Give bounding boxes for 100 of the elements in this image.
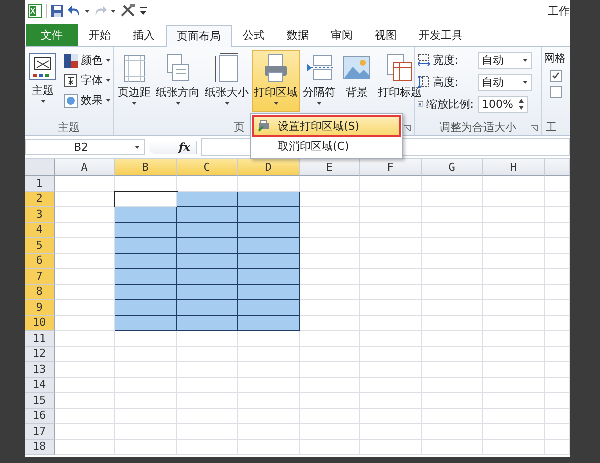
sheet-cell[interactable] [115,207,177,222]
themes-icon [29,53,57,81]
sheet-cell[interactable] [238,192,300,207]
sheet-cell[interactable] [177,300,238,316]
row-header[interactable]: 16 [25,408,55,424]
sheet-cell[interactable] [115,222,177,238]
sheet-cell[interactable] [177,238,238,254]
ribbon-tab[interactable]: 开始 [78,24,122,46]
sheet-cell[interactable] [177,269,238,284]
sheet-cell[interactable] [238,269,300,284]
menu-item[interactable]: 取消印区域(C) [253,136,400,156]
dropdown-field[interactable]: 自动 [478,74,532,90]
page-setup-button[interactable]: 背景 [339,50,375,112]
dropdown-field[interactable]: 自动 [478,52,532,68]
sheet-cell[interactable] [177,222,238,238]
row-header[interactable]: 9 [25,300,55,316]
column-header[interactable]: A [55,159,115,176]
group-label: 调整为合适大小 [440,120,516,134]
save-icon[interactable] [51,4,64,18]
ribbon-tab[interactable]: 数据 [276,24,320,46]
sheet-cell[interactable] [238,316,300,331]
sheet-cell[interactable] [177,207,238,222]
window-title: 工作 [548,4,570,18]
ribbon-tab[interactable]: 公式 [232,24,276,46]
excel-logo-icon[interactable] [28,4,42,18]
row-header[interactable]: 5 [25,238,55,254]
themes-button[interactable]: 主题 [27,50,59,112]
caret-icon [40,100,46,103]
print-area-icon [258,120,270,132]
redo-icon[interactable] [94,5,107,17]
page-setup-button[interactable]: 页边距 [116,50,153,112]
sheet-cell[interactable] [115,316,177,331]
sheet-cell[interactable] [238,222,300,238]
row-header[interactable]: 8 [25,284,55,300]
page-setup-button[interactable]: 打印区域 [252,50,300,112]
undo-icon[interactable] [68,5,81,17]
insert-function-button[interactable]: fx [149,140,198,154]
row-header[interactable]: 12 [25,346,55,362]
select-all-button[interactable] [25,159,55,176]
column-header[interactable]: G [422,159,483,176]
active-cell[interactable] [115,192,177,207]
dialog-launcher-icon[interactable] [531,125,538,132]
ribbon-tab[interactable]: 插入 [122,24,166,46]
scale-spinner[interactable]: 100% [478,96,528,112]
page-setup-button[interactable]: 纸张大小 [203,50,251,112]
row-header[interactable]: 18 [25,440,55,455]
sheet-cell[interactable] [238,300,300,316]
sheet-cell[interactable] [177,192,238,207]
row-header[interactable]: 7 [25,269,55,284]
row-header[interactable]: 13 [25,362,55,378]
sheet-cell[interactable] [115,284,177,300]
row-header[interactable]: 2 [25,192,55,207]
ribbon-tab[interactable]: 页面布局 [166,25,232,47]
ribbon-tab[interactable]: 开发工具 [408,24,474,46]
page-setup-button[interactable]: 纸张方向 [154,50,202,112]
checkbox[interactable] [550,70,562,82]
sheet-cell[interactable] [115,254,177,269]
spin-arrows-icon[interactable] [519,98,524,110]
sheet-cell[interactable] [115,238,177,254]
tools-icon[interactable] [120,4,136,18]
sheet-cell[interactable] [115,300,177,316]
theme-option-button[interactable]: 字体 [62,72,113,89]
sheet-cell[interactable] [177,254,238,269]
page-setup-button[interactable]: 分隔符 [301,50,338,112]
ribbon-tab[interactable]: 审阅 [320,24,364,46]
theme-option-button[interactable]: 效果 [62,92,113,109]
name-box[interactable]: B2 [25,139,145,155]
sheet-cell[interactable] [238,207,300,222]
sheet-cell[interactable] [238,284,300,300]
column-header[interactable]: E [300,159,360,176]
menu-item[interactable]: 设置打印区域(S) [253,116,400,136]
row-header[interactable]: 1 [25,176,55,192]
row-header[interactable]: 17 [25,424,55,440]
row-header[interactable]: 15 [25,393,55,408]
column-header[interactable]: F [360,159,422,176]
theme-option-button[interactable]: 颜色 [62,52,113,69]
column-header[interactable]: H [483,159,545,176]
column-header[interactable]: B [115,159,177,176]
row-header[interactable]: 10 [25,316,55,331]
sheet-cell[interactable] [177,284,238,300]
sheet-cell[interactable] [115,269,177,284]
file-menu-tab[interactable]: 文件 [26,24,78,46]
row-header[interactable]: 6 [25,254,55,269]
column-header[interactable]: C [177,159,238,176]
row-header[interactable]: 4 [25,222,55,238]
sheet-cell[interactable] [238,238,300,254]
sheet-cell[interactable] [177,316,238,331]
column-header[interactable]: D [238,159,300,176]
ribbon-tab[interactable]: 视图 [364,24,408,46]
customize-toolbar-icon[interactable] [140,7,147,15]
checkbox[interactable] [550,86,562,98]
row-header[interactable]: 3 [25,207,55,222]
row-header[interactable]: 11 [25,331,55,346]
column-header[interactable] [545,159,570,176]
caret-icon [106,59,111,62]
caret-icon [135,146,140,148]
sheet-cell[interactable] [238,254,300,269]
row-header[interactable]: 14 [25,378,55,393]
dialog-launcher-icon[interactable] [404,125,411,132]
width-icon [418,54,430,66]
